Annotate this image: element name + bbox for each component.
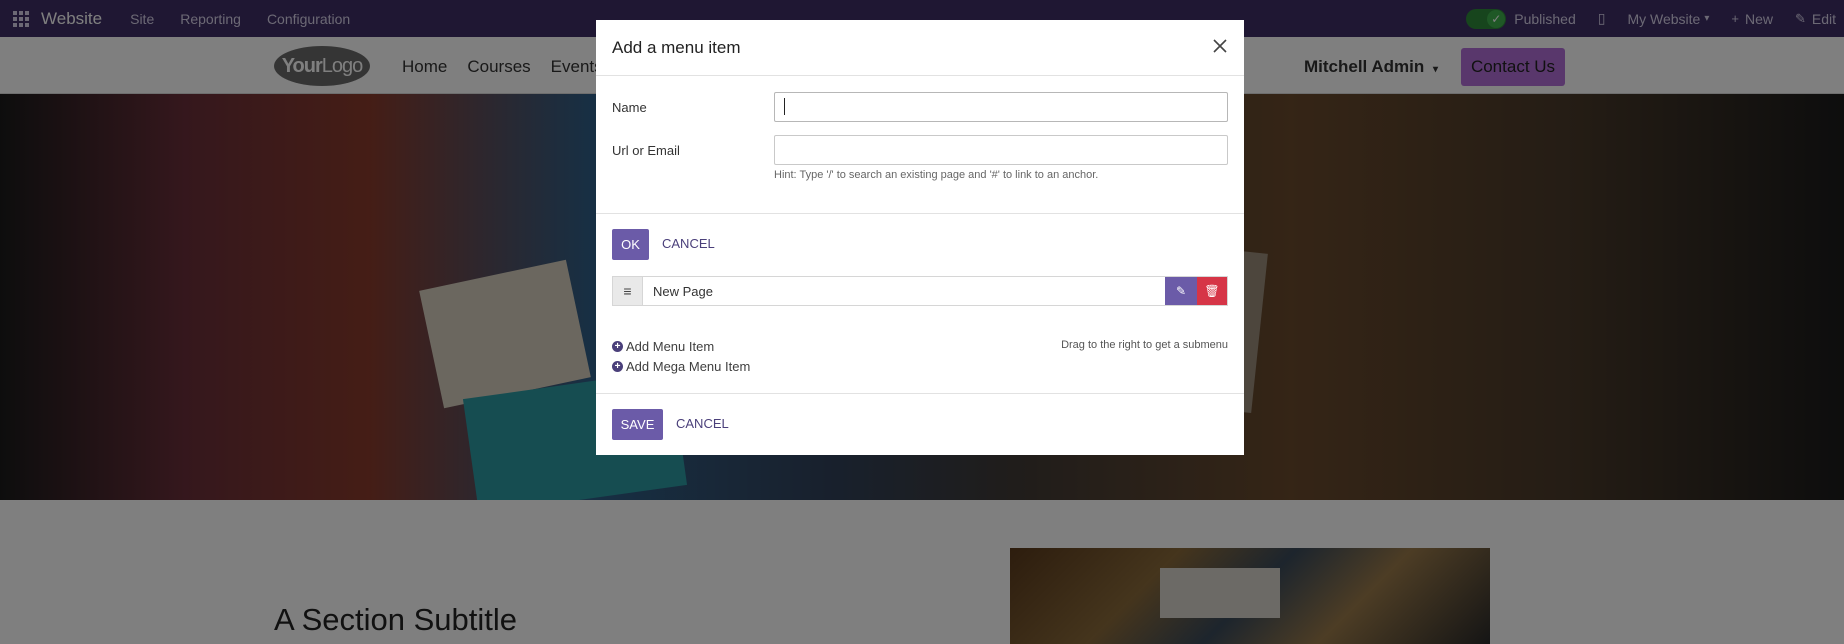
add-mega-menu-item-label: Add Mega Menu Item — [626, 359, 751, 374]
close-icon[interactable] — [1210, 36, 1230, 56]
drag-handle-icon[interactable]: ≡ — [613, 277, 643, 305]
url-input[interactable] — [774, 135, 1228, 165]
add-menu-item-link[interactable]: + Add Menu Item — [612, 339, 714, 354]
plus-circle-icon: + — [612, 361, 623, 372]
url-hint: Hint: Type '/' to search an existing pag… — [774, 169, 1099, 181]
edit-menu-footer: SAVE CANCEL — [596, 393, 1244, 455]
trash-icon: 🗑 — [1204, 284, 1220, 298]
menu-item-label: New Page — [653, 283, 713, 299]
modal-title: Add a menu item — [612, 38, 741, 57]
pencil-square-icon: ✎ — [1175, 284, 1187, 298]
add-mega-menu-item-link[interactable]: + Add Mega Menu Item — [612, 359, 750, 374]
modal-footer: OK CANCEL — [596, 213, 1244, 275]
plus-circle-icon: + — [612, 341, 623, 352]
cancel-button[interactable]: CANCEL — [676, 416, 729, 431]
cancel-button[interactable]: CANCEL — [662, 236, 715, 251]
name-input[interactable] — [774, 92, 1228, 122]
add-menu-item-modal: Add a menu item Name Url or Email Hint: … — [596, 20, 1244, 275]
add-menu-item-label: Add Menu Item — [626, 339, 715, 354]
submenu-hint: Drag to the right to get a submenu — [1061, 339, 1228, 351]
menu-item-row: ≡ New Page ✎ 🗑 — [612, 276, 1228, 306]
delete-menu-item-button[interactable]: 🗑 — [1197, 277, 1227, 305]
url-label: Url or Email — [612, 143, 680, 158]
edit-menu-item-button[interactable]: ✎ — [1165, 277, 1197, 305]
save-button[interactable]: SAVE — [612, 409, 663, 440]
text-cursor — [784, 98, 785, 115]
modal-header: Add a menu item — [596, 20, 1244, 76]
ok-button[interactable]: OK — [612, 229, 649, 260]
name-label: Name — [612, 100, 647, 115]
